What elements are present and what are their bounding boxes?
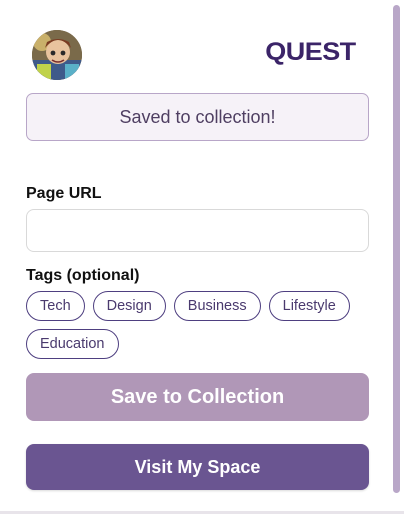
scrollbar-thumb[interactable]: [393, 5, 400, 493]
user-avatar[interactable]: [32, 30, 82, 80]
status-message: Saved to collection!: [26, 93, 369, 141]
tag-education[interactable]: Education: [26, 329, 119, 359]
url-input[interactable]: [26, 209, 369, 252]
tags-label: Tags (optional): [26, 267, 140, 284]
tag-lifestyle[interactable]: Lifestyle: [268, 291, 350, 321]
save-button-label: Save to Collection: [110, 385, 285, 408]
visit-my-space-button[interactable]: Visit My Space: [26, 444, 369, 490]
tag-tech[interactable]: Tech: [26, 291, 85, 321]
scrollbar[interactable]: [388, 0, 404, 514]
visit-button-label: Visit My Space: [134, 456, 261, 477]
quest-logo: QUEST: [265, 38, 357, 66]
header: QUEST: [0, 0, 388, 84]
save-to-collection-button[interactable]: Save to Collection: [26, 373, 369, 421]
tag-list: Tech Design Business Lifestyle Education: [26, 291, 376, 359]
tag-business[interactable]: Business: [173, 291, 261, 321]
extension-popup: QUEST Saved to collection! Page URL Tags…: [0, 0, 404, 514]
tag-design[interactable]: Design: [92, 291, 166, 321]
status-text: Saved to collection!: [119, 106, 276, 127]
avatar-image: [32, 30, 82, 80]
url-label: Page URL: [26, 185, 102, 202]
